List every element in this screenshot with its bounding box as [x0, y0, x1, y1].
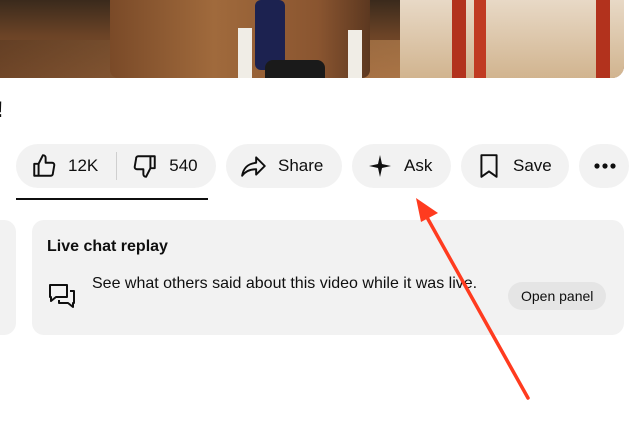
- live-chat-title: Live chat replay: [47, 238, 168, 255]
- annotation-arrow-head: [416, 198, 438, 222]
- video-stage: [400, 0, 624, 78]
- save-label: Save: [513, 156, 552, 175]
- dislike-icon[interactable]: [131, 152, 159, 180]
- video-player-frame[interactable]: [0, 0, 624, 78]
- chat-bubbles-icon: [47, 282, 77, 315]
- like-button-underline: [16, 198, 208, 200]
- like-divider: [116, 152, 118, 180]
- video-chair-leg: [238, 28, 252, 78]
- share-button[interactable]: Share: [226, 144, 342, 188]
- like-dislike-group: 12K 540: [16, 144, 216, 188]
- share-icon: [240, 152, 268, 180]
- more-horizontal-icon: [591, 152, 619, 180]
- video-chair-leg: [348, 30, 362, 78]
- open-panel-button[interactable]: Open panel: [508, 282, 607, 310]
- description-card-edge[interactable]: [0, 220, 16, 335]
- like-count[interactable]: 12K: [68, 156, 98, 176]
- video-red-leg: [452, 0, 466, 78]
- video-red-leg: [474, 0, 486, 78]
- live-chat-description: See what others said about this video wh…: [92, 275, 478, 292]
- video-red-leg: [596, 0, 610, 78]
- share-label: Share: [278, 156, 324, 175]
- more-actions-button[interactable]: [579, 144, 629, 188]
- dislike-count[interactable]: 540: [169, 156, 197, 176]
- ask-button[interactable]: Ask: [352, 144, 451, 188]
- ask-label: Ask: [404, 156, 433, 175]
- bookmark-icon: [475, 152, 503, 180]
- video-person-shoe: [265, 60, 325, 78]
- like-icon[interactable]: [30, 152, 58, 180]
- save-button[interactable]: Save: [461, 144, 569, 188]
- live-chat-replay-card: Live chat replay See what others said ab…: [32, 220, 624, 335]
- sparkle-icon: [366, 152, 394, 180]
- video-title-fragment: !: [0, 97, 3, 123]
